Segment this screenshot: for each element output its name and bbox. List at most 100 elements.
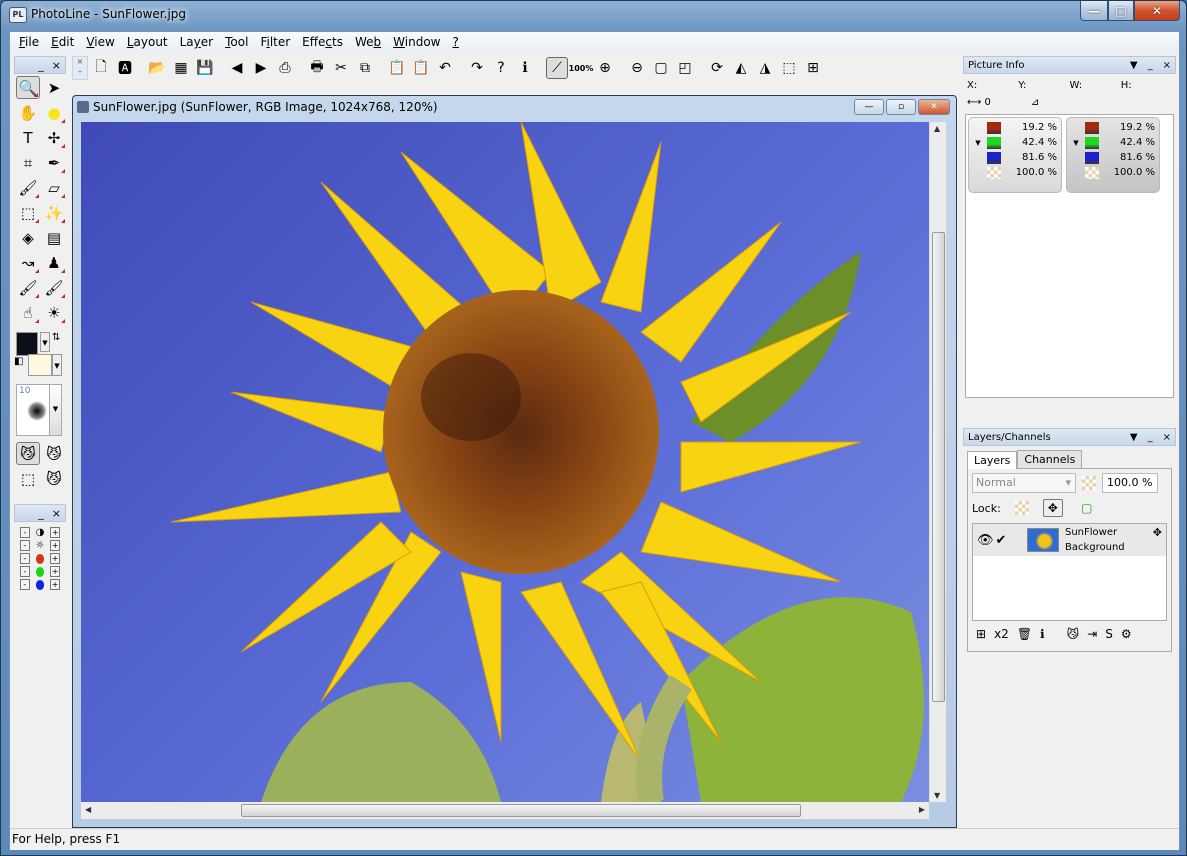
menu-layer[interactable]: Layer	[174, 33, 219, 51]
brightness-decrease-button[interactable]: -	[20, 540, 30, 551]
menu-file[interactable]: File	[13, 33, 45, 51]
layer-check-icon[interactable]: ✔	[996, 533, 1007, 548]
previous-icon[interactable]: ◀	[226, 57, 248, 79]
layers-minimize-button[interactable]: _	[1148, 432, 1153, 443]
brightness-increase-button[interactable]: +	[50, 540, 60, 551]
crop-selection-icon[interactable]: ⬚	[778, 57, 800, 79]
paste-icon[interactable]: 📋	[386, 57, 408, 79]
cut-icon[interactable]: ✂	[330, 57, 352, 79]
stamp-tool-icon[interactable]: ♟	[42, 251, 66, 274]
minimize-button[interactable]: —	[1080, 1, 1108, 21]
zoom-100-icon[interactable]: 100%	[569, 57, 594, 79]
mask-view-icon[interactable]: 😼	[42, 467, 66, 490]
default-colors-icon[interactable]: ◧	[14, 356, 23, 367]
green-increase-button[interactable]: +	[50, 566, 61, 577]
page-fold-icon[interactable]: ◰	[674, 57, 696, 79]
zoom-tool-icon[interactable]: 🔍	[16, 76, 40, 99]
delete-layer-icon[interactable]: 🗑	[1017, 627, 1032, 641]
adjust-minimize-button[interactable]: _	[38, 507, 44, 520]
foreground-color-swatch[interactable]	[16, 332, 38, 356]
text-tool-icon[interactable]: T	[16, 126, 40, 149]
menu-window[interactable]: Window	[387, 33, 446, 51]
eyedropper-tool-icon[interactable]: ✒	[42, 151, 66, 174]
new-layer-icon[interactable]: ⊞	[976, 627, 986, 641]
green-decrease-button[interactable]: -	[20, 566, 30, 577]
panel-close-button[interactable]: ×	[1163, 60, 1171, 71]
line-tool-icon[interactable]: ⟋	[546, 57, 568, 79]
eraser-tool-icon[interactable]: ▱	[42, 176, 66, 199]
tab-layers[interactable]: Layers	[967, 451, 1018, 469]
visibility-eye-icon[interactable]: 👁	[977, 533, 994, 548]
menu-edit[interactable]: Edit	[45, 33, 80, 51]
flip-horizontal-icon[interactable]: ◭	[730, 57, 752, 79]
ellipse-tool-icon[interactable]: ●	[42, 101, 66, 124]
background-color-swatch[interactable]	[28, 354, 52, 376]
lock-transparency-icon[interactable]	[1014, 501, 1029, 515]
rotate-selection-icon[interactable]: ⟳	[706, 57, 728, 79]
swap-colors-icon[interactable]: ⇅	[52, 332, 60, 343]
open-folder-icon[interactable]: 📂	[146, 57, 168, 79]
scroll-right-icon[interactable]: ▶	[919, 805, 925, 814]
contrast-increase-button[interactable]: +	[50, 527, 60, 538]
light-brush-tool-icon[interactable]: ☀	[42, 301, 66, 324]
layer-row[interactable]: 👁 ✔ SunFlower Background ✥	[973, 524, 1166, 556]
zoom-out-icon[interactable]: ⊖	[626, 57, 648, 79]
vertical-scroll-thumb[interactable]	[932, 232, 945, 702]
menu-effects[interactable]: Effects	[296, 33, 349, 51]
browser-icon[interactable]: ▦	[170, 57, 192, 79]
new-document-icon[interactable]: 🗋	[90, 57, 112, 79]
redo-icon[interactable]: ↷	[466, 57, 488, 79]
toolbox-close-button[interactable]: ×	[52, 59, 61, 72]
magic-wand-tool-icon[interactable]: ✨	[42, 201, 66, 224]
mask-mode-icon[interactable]: 😼	[16, 442, 40, 465]
paste-new-icon[interactable]: 📋	[410, 57, 432, 79]
menu-tool[interactable]: Tool	[219, 33, 254, 51]
save-icon[interactable]: 💾	[194, 57, 216, 79]
layers-close-button[interactable]: ×	[1163, 432, 1171, 443]
color-readout-2[interactable]: 19.2 % ▼ 42.4 % 81.6 % 100.0 %	[1066, 117, 1160, 193]
background-dropdown-button[interactable]: ▼	[52, 354, 62, 376]
opacity-field[interactable]: 100.0 %	[1102, 473, 1158, 493]
print-icon[interactable]: 🖶	[306, 57, 328, 79]
menu-help[interactable]: ?	[446, 33, 464, 51]
brush-tool-icon[interactable]: 🖌	[16, 176, 40, 199]
panel-menu-icon[interactable]: ▼	[1130, 60, 1138, 71]
toolbar-grip[interactable]: × –	[72, 56, 88, 80]
channel-dropdown-icon[interactable]: ▼	[969, 139, 987, 147]
help-pointer-icon[interactable]: ?	[490, 57, 512, 79]
fill-tool-icon[interactable]: ◈	[16, 226, 40, 249]
blend-mode-select[interactable]: Normal	[972, 473, 1076, 493]
menu-layout[interactable]: Layout	[121, 33, 174, 51]
page-icon[interactable]: ▢	[650, 57, 672, 79]
menu-view[interactable]: View	[80, 33, 120, 51]
dodge-brush-tool-icon[interactable]: 🖌	[16, 276, 40, 299]
adjust-close-button[interactable]: ×	[52, 507, 61, 520]
channel-dropdown-icon[interactable]: ▼	[1067, 139, 1085, 147]
grid-icon[interactable]: ⊞	[802, 57, 824, 79]
undo-icon[interactable]: ↶	[434, 57, 456, 79]
finger-tool-icon[interactable]: ☝	[16, 301, 40, 324]
layer-settings-icon[interactable]: ⚙	[1121, 627, 1132, 641]
vertical-scrollbar[interactable]: ▲ ▼	[929, 122, 946, 802]
image-canvas[interactable]	[81, 122, 929, 802]
contrast-decrease-button[interactable]: -	[20, 527, 30, 538]
gradient-tool-icon[interactable]: ▤	[42, 226, 66, 249]
lock-bounds-icon[interactable]: ▢	[1077, 499, 1097, 517]
tab-channels[interactable]: Channels	[1017, 450, 1083, 468]
brush-dropdown-button[interactable]: ▼	[49, 385, 61, 435]
scroll-left-icon[interactable]: ◀	[85, 805, 91, 814]
maximize-button[interactable]: □	[1108, 1, 1134, 21]
path-tool-icon[interactable]: ✢	[42, 126, 66, 149]
texture-brush-tool-icon[interactable]: 🖌	[42, 276, 66, 299]
toolbox-minimize-button[interactable]: _	[38, 59, 44, 72]
document-close-button[interactable]: ✕	[918, 99, 950, 115]
brush-preset[interactable]: 10 ▼	[16, 384, 62, 436]
rect-select-tool-icon[interactable]: ⬚	[16, 201, 40, 224]
layers-menu-icon[interactable]: ▼	[1130, 432, 1138, 443]
scan-icon[interactable]: ⎙	[274, 57, 296, 79]
layer-info-icon[interactable]: ℹ	[1040, 627, 1045, 641]
mask-brush-icon[interactable]: 😼	[42, 442, 66, 465]
document-maximize-button[interactable]: ▫	[886, 99, 916, 115]
layer-move-icon[interactable]: ⇥	[1087, 627, 1097, 641]
info-icon[interactable]: ℹ	[514, 57, 536, 79]
